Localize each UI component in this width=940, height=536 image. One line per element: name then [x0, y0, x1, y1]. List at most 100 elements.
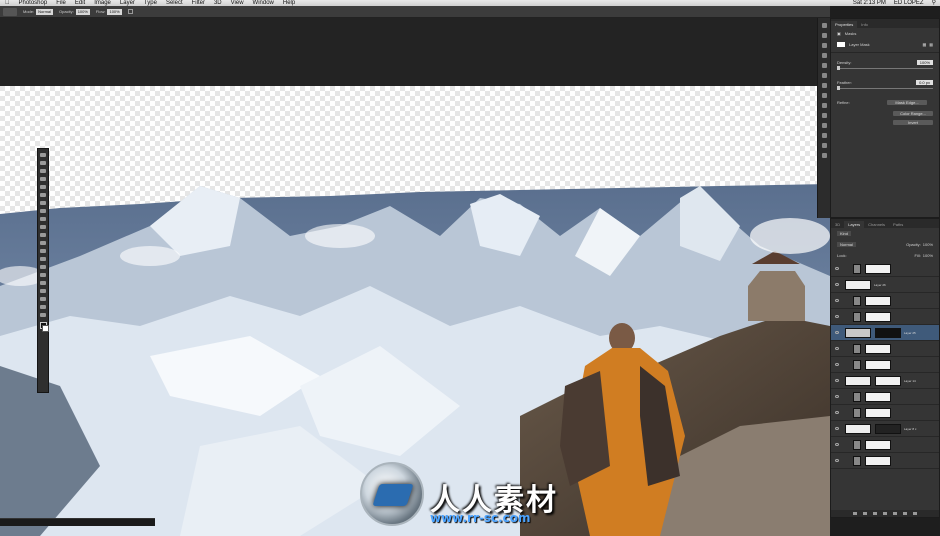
vector-mask-icon[interactable]: ▦: [929, 42, 933, 47]
feather-slider[interactable]: [837, 86, 933, 90]
canvas[interactable]: [0, 86, 830, 536]
eyedropper-tool-icon[interactable]: [40, 193, 46, 197]
layer-mask-thumbnail[interactable]: [875, 327, 901, 338]
quick-select-tool-icon[interactable]: [40, 177, 46, 181]
pixel-mask-icon[interactable]: ▩: [922, 42, 926, 47]
blend-mode-select[interactable]: Normal: [837, 242, 856, 247]
history-panel-icon[interactable]: [821, 23, 827, 28]
layer-row[interactable]: [831, 405, 939, 421]
layer-row[interactable]: [831, 309, 939, 325]
info-panel-icon[interactable]: [821, 143, 827, 148]
brush-panel-icon[interactable]: [821, 93, 827, 98]
new-group-icon[interactable]: [893, 512, 897, 515]
navigator-panel-icon[interactable]: [821, 83, 827, 88]
layer-mask-thumbnail[interactable]: [865, 311, 891, 322]
kind-filter-select[interactable]: Kind: [837, 231, 852, 236]
trash-icon[interactable]: [913, 512, 917, 515]
flow-input[interactable]: 100%: [107, 8, 122, 15]
blur-tool-icon[interactable]: [40, 249, 46, 253]
fill-value[interactable]: 100%: [923, 253, 933, 258]
swatches-panel-icon[interactable]: [821, 63, 827, 68]
notes-panel-icon[interactable]: [821, 153, 827, 158]
tab-info[interactable]: Info: [857, 21, 872, 28]
layer-mask-thumbnail[interactable]: [865, 455, 891, 466]
density-input[interactable]: 100%: [916, 60, 933, 65]
healing-tool-icon[interactable]: [40, 201, 46, 205]
layer-row[interactable]: [831, 293, 939, 309]
flow-field[interactable]: Flow: 100%: [96, 8, 122, 15]
layer-row[interactable]: [831, 453, 939, 469]
zoom-tool-icon[interactable]: [40, 305, 46, 309]
layer-row[interactable]: [831, 389, 939, 405]
history-brush-tool-icon[interactable]: [40, 225, 46, 229]
visibility-eye-icon[interactable]: [835, 363, 839, 366]
path-select-tool-icon[interactable]: [40, 281, 46, 285]
eraser-tool-icon[interactable]: [40, 233, 46, 237]
layer-opacity-value[interactable]: 100%: [923, 242, 933, 247]
layer-row[interactable]: Layer 8 c: [831, 421, 939, 437]
layer-row[interactable]: [831, 437, 939, 453]
tab-channels[interactable]: Channels: [864, 221, 889, 228]
visibility-eye-icon[interactable]: [835, 427, 839, 430]
layer-row[interactable]: [831, 341, 939, 357]
dodge-tool-icon[interactable]: [40, 257, 46, 261]
layer-row[interactable]: [831, 261, 939, 277]
visibility-eye-icon[interactable]: [835, 267, 839, 270]
shape-tool-icon[interactable]: [40, 289, 46, 293]
clone-source-panel-icon[interactable]: [821, 123, 827, 128]
airbrush-toggle[interactable]: [127, 9, 133, 14]
mask-edge-button[interactable]: Mask Edge...: [887, 100, 927, 105]
new-layer-icon[interactable]: [903, 512, 907, 515]
layer-row[interactable]: Layer 26: [831, 277, 939, 293]
brush-preset-icon[interactable]: [3, 7, 17, 16]
opacity-input[interactable]: 100%: [75, 8, 90, 15]
gradient-tool-icon[interactable]: [40, 241, 46, 245]
clone-stamp-tool-icon[interactable]: [40, 217, 46, 221]
background-color-swatch[interactable]: [42, 325, 49, 332]
density-slider-knob[interactable]: [837, 66, 840, 70]
link-layers-icon[interactable]: [853, 512, 857, 515]
layer-mask-thumbnail[interactable]: [865, 391, 891, 402]
mode-select[interactable]: Normal: [36, 8, 54, 15]
opacity-field[interactable]: Opacity: 100%: [59, 8, 90, 15]
hand-tool-icon[interactable]: [40, 297, 46, 301]
layer-row[interactable]: [831, 357, 939, 373]
more-tools-icon[interactable]: [40, 313, 46, 317]
styles-panel-icon[interactable]: [821, 53, 827, 58]
actions-panel-icon[interactable]: [821, 33, 827, 38]
layer-mask-thumbnail[interactable]: [865, 439, 891, 450]
visibility-eye-icon[interactable]: [835, 411, 839, 414]
tab-layers[interactable]: Layers: [844, 221, 865, 228]
visibility-eye-icon[interactable]: [835, 315, 839, 318]
type-tool-icon[interactable]: [40, 273, 46, 277]
mode-field[interactable]: Mode: Normal: [23, 8, 54, 15]
spotlight-icon[interactable]: ⚲: [932, 0, 936, 6]
visibility-eye-icon[interactable]: [835, 443, 839, 446]
character-panel-icon[interactable]: [821, 103, 827, 108]
adjustment-layer-icon[interactable]: [883, 512, 887, 515]
tab-3d[interactable]: 3D: [831, 221, 844, 228]
adjustments-panel-icon[interactable]: [821, 43, 827, 48]
layer-mask-thumbnail[interactable]: [865, 295, 891, 306]
visibility-eye-icon[interactable]: [835, 379, 839, 382]
color-range-button[interactable]: Color Range...: [893, 111, 933, 116]
visibility-eye-icon[interactable]: [835, 459, 839, 462]
layer-style-icon[interactable]: [863, 512, 867, 515]
add-mask-icon[interactable]: [873, 512, 877, 515]
color-panel-icon[interactable]: [821, 73, 827, 78]
layer-mask-thumbnail[interactable]: [865, 263, 891, 274]
paragraph-panel-icon[interactable]: [821, 113, 827, 118]
invert-button[interactable]: Invert: [893, 120, 933, 125]
user-name[interactable]: ED LOPEZ: [894, 0, 924, 6]
tab-properties[interactable]: Properties: [831, 21, 858, 28]
layer-mask-thumbnail[interactable]: [837, 42, 845, 47]
layer-mask-thumbnail[interactable]: [865, 359, 891, 370]
visibility-eye-icon[interactable]: [835, 395, 839, 398]
layer-row[interactable]: Layer 14: [831, 373, 939, 389]
marquee-tool-icon[interactable]: [40, 161, 46, 165]
crop-tool-icon[interactable]: [40, 185, 46, 189]
visibility-eye-icon[interactable]: [835, 331, 839, 334]
visibility-eye-icon[interactable]: [835, 283, 839, 286]
density-slider[interactable]: [837, 66, 933, 70]
layer-row-selected[interactable]: Layer 25: [831, 325, 939, 341]
